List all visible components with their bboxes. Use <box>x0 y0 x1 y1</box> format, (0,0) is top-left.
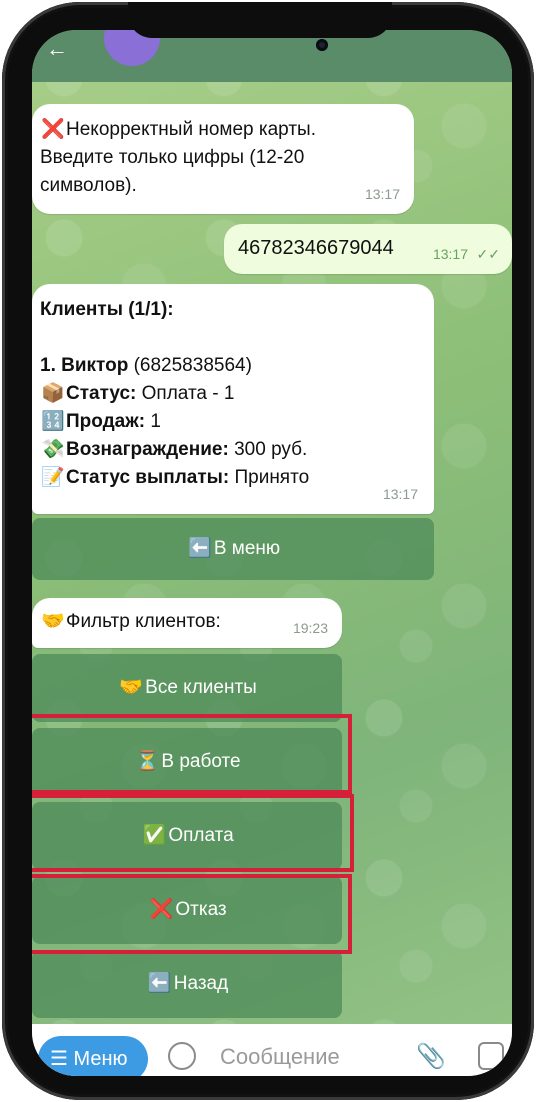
back-arrow-icon[interactable]: ← <box>46 36 68 62</box>
attach-icon[interactable]: 📎 <box>416 1042 446 1071</box>
to-menu-button[interactable]: ⬅️ В меню <box>32 518 434 580</box>
payout-value: Принято <box>229 467 310 488</box>
payout-label: Статус выплаты: <box>66 467 230 488</box>
memo-icon: 📝 <box>41 467 65 488</box>
status-label: Статус: <box>66 383 137 404</box>
message-input-bar: ☰ Меню Сообщение 📎 <box>32 1024 512 1076</box>
highlight-paid <box>32 794 354 872</box>
card-number-text: 46782346679044 <box>238 237 394 259</box>
left-arrow-icon: ⬅️ <box>147 973 172 994</box>
phone-notch <box>128 2 392 38</box>
numbers-icon: 🔢 <box>41 411 65 432</box>
client-name: 1. Виктор <box>40 355 129 376</box>
cross-icon: ❌ <box>41 119 65 140</box>
message-input[interactable]: Сообщение <box>220 1044 340 1070</box>
handshake-icon: 🤝 <box>119 677 143 698</box>
camera-icon[interactable] <box>478 1042 504 1070</box>
bot-menu-button[interactable]: ☰ Меню <box>38 1036 148 1076</box>
handshake-icon: 🤝 <box>41 611 65 632</box>
clients-heading: Клиенты (1/1): <box>40 299 174 320</box>
to-menu-label: В меню <box>213 538 281 559</box>
reward-value: 300 руб. <box>228 439 308 460</box>
error-message: ❌Некорректный номер карты. Введите тольк… <box>32 104 414 214</box>
client-id: (6825838564) <box>128 355 252 376</box>
back-button[interactable]: ⬅️ Назад <box>32 950 342 1018</box>
phone-frame: ← ❌Некорректный номер карты. Введите тол… <box>2 2 534 1100</box>
error-line-3: символов). <box>40 175 137 196</box>
message-time: 13:17 <box>432 246 468 262</box>
chat-screen: ← ❌Некорректный номер карты. Введите тол… <box>32 30 512 1076</box>
back-label: Назад <box>173 973 229 994</box>
emoji-icon[interactable] <box>168 1042 196 1070</box>
left-arrow-icon: ⬅️ <box>187 538 212 559</box>
filter-message: 🤝Фильтр клиентов: 19:23 <box>32 598 342 648</box>
all-clients-button[interactable]: 🤝 Все клиенты <box>32 654 342 722</box>
error-line-2: Введите только цифры (12-20 <box>40 147 305 168</box>
sales-label: Продаж: <box>66 411 146 432</box>
message-time: 19:23 <box>292 620 328 636</box>
filter-label: Фильтр клиентов: <box>66 611 221 632</box>
error-line-1: Некорректный номер карты. <box>66 119 316 140</box>
front-camera <box>316 39 328 51</box>
read-ticks-icon: ✓✓ <box>476 246 500 262</box>
money-icon: 💸 <box>41 439 65 460</box>
all-clients-label: Все клиенты <box>145 677 257 698</box>
outgoing-card-number: 46782346679044 13:17 ✓✓ <box>224 224 512 274</box>
clients-message: Клиенты (1/1): 1. Виктор (6825838564) 📦С… <box>32 284 434 514</box>
message-time: 13:17 <box>382 486 418 502</box>
package-icon: 📦 <box>41 383 65 404</box>
status-value: Оплата - 1 <box>136 383 235 404</box>
sales-value: 1 <box>145 411 161 432</box>
reward-label: Вознаграждение: <box>66 439 229 460</box>
message-time: 13:17 <box>364 186 400 202</box>
highlight-declined <box>32 874 352 954</box>
highlight-in-work <box>32 714 352 794</box>
